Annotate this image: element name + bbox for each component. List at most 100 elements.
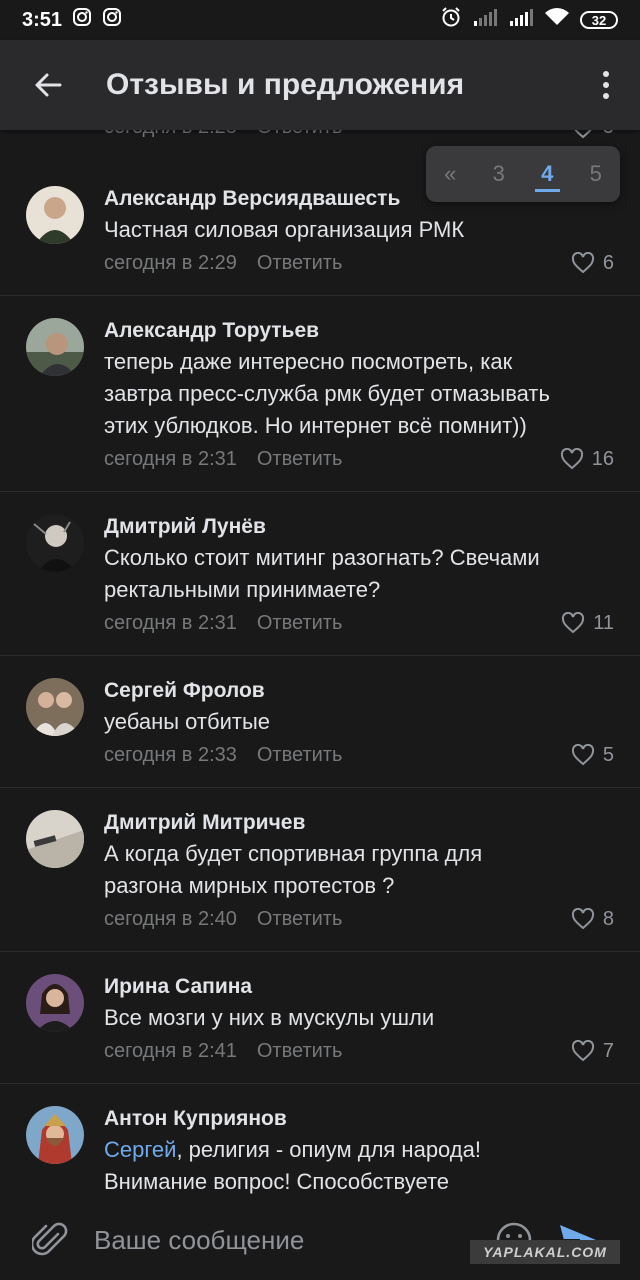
like-count: 7 bbox=[602, 1040, 614, 1062]
instagram-icon bbox=[102, 7, 122, 33]
comment-text-line: А когда будет спортивная группа для bbox=[104, 841, 483, 866]
comment-meta: сегодня в 2:31 Ответить 16 bbox=[104, 444, 614, 474]
comment-text-line: этих ублюдков. Но интернет всё помнит)) bbox=[104, 413, 527, 438]
comment-meta: сегодня в 2:29 Ответить 6 bbox=[104, 248, 614, 278]
message-input[interactable] bbox=[92, 1214, 476, 1266]
comment-text-line: Частная силовая организация РМК bbox=[104, 217, 465, 242]
comment-author[interactable]: Ирина Сапина bbox=[104, 972, 614, 1002]
comment-time: сегодня в 2:31 bbox=[104, 612, 237, 634]
comment-item: Сергей Фролов уебаны отбитые сегодня в 2… bbox=[0, 656, 640, 788]
like-button[interactable]: 11 bbox=[561, 608, 614, 638]
avatar[interactable] bbox=[26, 974, 84, 1032]
comment-item: Ирина Сапина Все мозги у них в мускулы у… bbox=[0, 952, 640, 1084]
comment-text-line: завтра пресс-служба рмк будет отмазывать bbox=[104, 381, 550, 406]
heart-icon bbox=[571, 252, 594, 274]
heart-icon bbox=[562, 612, 585, 634]
comment-text-line: ректальными принимаете? bbox=[104, 577, 381, 602]
signal-icon bbox=[472, 7, 498, 33]
like-count: 11 bbox=[593, 612, 614, 634]
comment-text: уебаны отбитые bbox=[104, 706, 614, 738]
avatar[interactable] bbox=[26, 186, 84, 244]
comment-time: сегодня в 2:31 bbox=[104, 448, 237, 470]
comment-text-line: Внимание вопрос! Способствуете bbox=[104, 1169, 450, 1194]
like-button[interactable]: 16 bbox=[560, 444, 614, 474]
app-bar: Отзывы и предложения bbox=[0, 40, 640, 130]
reply-button[interactable]: Ответить bbox=[257, 1036, 343, 1066]
comment-time: сегодня в 2:41 bbox=[104, 1040, 237, 1062]
heart-icon bbox=[571, 744, 594, 766]
comment-meta: сегодня в 2:33 Ответить 5 bbox=[104, 740, 614, 770]
comments-list: сегодня в 2:28 Ответить 5 Александр Верс… bbox=[0, 130, 640, 1200]
comment-author[interactable]: Александр Торутьев bbox=[104, 316, 614, 346]
like-count: 5 bbox=[603, 130, 614, 139]
comment-time: сегодня в 2:29 bbox=[104, 252, 237, 274]
like-button[interactable]: 6 bbox=[571, 248, 614, 278]
reply-button[interactable]: Ответить bbox=[257, 130, 343, 139]
pager-page-3[interactable]: 3 bbox=[475, 146, 524, 202]
heart-icon bbox=[560, 448, 583, 470]
like-count: 8 bbox=[602, 908, 614, 930]
comment-meta: сегодня в 2:40 Ответить 8 bbox=[104, 904, 614, 934]
comment-text: Все мозги у них в мускулы ушли bbox=[104, 1002, 614, 1034]
reply-button[interactable]: Ответить bbox=[257, 444, 343, 474]
avatar[interactable] bbox=[26, 318, 84, 376]
comment-text-line: разгона мирных протестов ? bbox=[104, 873, 395, 898]
comment-text-fragment: , религия - опиум для народа! bbox=[176, 1137, 481, 1162]
comment-text: Сколько стоит митинг разогнать? Свечами … bbox=[104, 542, 614, 606]
paperclip-icon bbox=[32, 1222, 68, 1256]
heart-icon bbox=[574, 130, 592, 138]
comment-text-line: уебаны отбитые bbox=[104, 709, 270, 734]
reply-button[interactable]: Ответить bbox=[257, 248, 343, 278]
comment-author[interactable]: Дмитрий Митричев bbox=[104, 808, 614, 838]
like-button[interactable]: 7 bbox=[571, 1036, 614, 1066]
like-count: 5 bbox=[602, 744, 614, 766]
comment-text: Частная силовая организация РМК bbox=[104, 214, 614, 246]
avatar[interactable] bbox=[26, 810, 84, 868]
reply-button[interactable]: Ответить bbox=[257, 904, 343, 934]
comment-text-line: Сергей, религия - опиум для народа! bbox=[104, 1134, 614, 1166]
more-menu-button[interactable] bbox=[582, 49, 630, 121]
avatar[interactable] bbox=[26, 514, 84, 572]
back-button[interactable] bbox=[12, 49, 84, 121]
comment-text-line: Все мозги у них в мускулы ушли bbox=[104, 1005, 435, 1030]
avatar[interactable] bbox=[26, 678, 84, 736]
comment-meta-partial: сегодня в 2:28 Ответить 5 bbox=[104, 130, 614, 139]
pager-page-5[interactable]: 5 bbox=[572, 146, 621, 202]
status-bar: 3:51 32 bbox=[0, 0, 640, 40]
page-title: Отзывы и предложения bbox=[106, 68, 465, 101]
like-button[interactable]: 8 bbox=[571, 904, 614, 934]
like-count: 16 bbox=[591, 448, 614, 470]
like-button[interactable]: 5 bbox=[571, 740, 614, 770]
comment-item: Александр Торутьев теперь даже интересно… bbox=[0, 296, 640, 492]
comment-author[interactable]: Антон Куприянов bbox=[104, 1104, 614, 1134]
comment-time: сегодня в 2:28 bbox=[104, 130, 237, 139]
comment-text-line: теперь даже интересно посмотреть, как bbox=[104, 349, 513, 374]
signal-icon bbox=[508, 7, 534, 33]
instagram-icon bbox=[72, 7, 92, 33]
reply-button[interactable]: Ответить bbox=[257, 740, 343, 770]
comment-text: А когда будет спортивная группа для разг… bbox=[104, 838, 614, 902]
comment-item: Антон Куприянов Сергей, религия - опиум … bbox=[0, 1084, 640, 1200]
pager-page-4[interactable]: 4 bbox=[523, 146, 572, 202]
comment-author[interactable]: Дмитрий Лунёв bbox=[104, 512, 614, 542]
pager-prev-button[interactable]: « bbox=[426, 146, 475, 202]
comment-meta: сегодня в 2:41 Ответить 7 bbox=[104, 1036, 614, 1066]
status-time: 3:51 bbox=[22, 8, 63, 31]
mention-link[interactable]: Сергей bbox=[104, 1137, 176, 1162]
comment-text-line: Сколько стоит митинг разогнать? Свечами bbox=[104, 545, 540, 570]
heart-icon bbox=[571, 908, 594, 930]
alarm-icon bbox=[440, 6, 462, 34]
more-vertical-icon bbox=[603, 71, 609, 99]
comment-item: Дмитрий Лунёв Сколько стоит митинг разог… bbox=[0, 492, 640, 656]
comment-author[interactable]: Сергей Фролов bbox=[104, 676, 614, 706]
heart-icon bbox=[571, 1040, 594, 1062]
like-button[interactable]: 5 bbox=[571, 130, 614, 139]
page-switcher: « 3 4 5 bbox=[426, 146, 620, 202]
comment-time: сегодня в 2:33 bbox=[104, 744, 237, 766]
reply-button[interactable]: Ответить bbox=[257, 608, 343, 638]
comment-item: Дмитрий Митричев А когда будет спортивна… bbox=[0, 788, 640, 952]
avatar[interactable] bbox=[26, 1106, 84, 1164]
comment-time: сегодня в 2:40 bbox=[104, 908, 237, 930]
attach-button[interactable] bbox=[26, 1216, 74, 1264]
comment-text: теперь даже интересно посмотреть, как за… bbox=[104, 346, 614, 442]
